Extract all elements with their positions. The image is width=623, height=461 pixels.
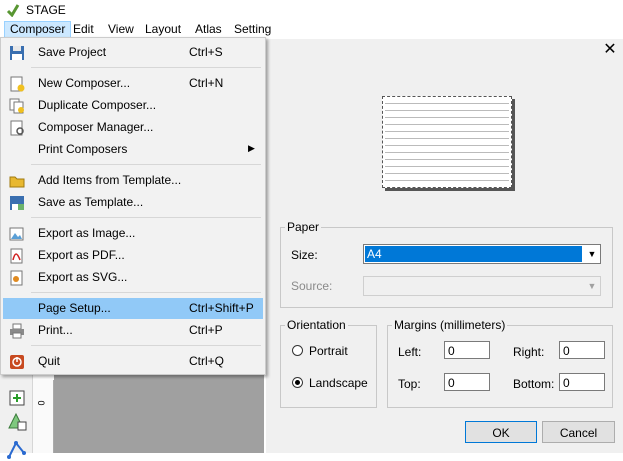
menu-item-label: Page Setup... — [38, 301, 111, 315]
margin-right-input[interactable]: 0 — [559, 341, 605, 359]
paper-size-value: A4 — [365, 246, 582, 262]
menu-item-quit[interactable]: Quit Ctrl+Q — [3, 351, 263, 372]
menu-item-label: Export as SVG... — [38, 270, 128, 284]
margins-legend: Margins (millimeters) — [394, 318, 506, 332]
submenu-arrow-icon: ▶ — [248, 143, 255, 153]
menu-layout[interactable]: Layout — [140, 22, 186, 37]
menu-item-export-svg[interactable]: Export as SVG... — [3, 267, 263, 288]
composer-canvas[interactable] — [54, 375, 264, 453]
menu-item-shortcut: Ctrl+P — [189, 323, 223, 337]
export-pdf-icon — [10, 248, 23, 264]
chevron-down-icon: ▼ — [587, 249, 597, 259]
chevron-down-icon: ▼ — [587, 281, 597, 291]
close-icon[interactable]: ✕ — [603, 42, 617, 58]
landscape-radio[interactable] — [292, 377, 303, 388]
export-image-icon — [9, 227, 24, 241]
menu-atlas[interactable]: Atlas — [190, 22, 227, 37]
menu-item-print[interactable]: Print... Ctrl+P — [3, 320, 263, 341]
menu-item-shortcut: Ctrl+N — [189, 76, 224, 90]
menu-separator — [31, 292, 261, 293]
vertical-ruler: 0 — [33, 380, 54, 453]
margin-right-label: Right: — [513, 345, 545, 359]
margin-bottom-label: Bottom: — [513, 377, 555, 391]
orientation-legend: Orientation — [287, 318, 346, 332]
margin-bottom-input[interactable]: 0 — [559, 373, 605, 391]
menu-item-print-composers[interactable]: Print Composers ▶ — [3, 139, 263, 160]
menu-item-label: Add Items from Template... — [38, 173, 182, 187]
menu-item-label: Save as Template... — [38, 195, 144, 209]
folder-icon — [9, 176, 25, 188]
menu-item-label: Export as Image... — [38, 226, 136, 240]
size-label: Size: — [291, 248, 318, 262]
menu-item-export-pdf[interactable]: Export as PDF... — [3, 245, 263, 266]
margins-group: Margins (millimeters) — [387, 318, 613, 408]
paper-legend: Paper — [287, 220, 320, 234]
portrait-label[interactable]: Portrait — [309, 344, 348, 358]
menu-item-shortcut: Ctrl+S — [189, 45, 223, 59]
source-label: Source: — [291, 279, 333, 293]
menu-item-label: Quit — [38, 354, 61, 368]
new-composer-icon — [10, 76, 25, 92]
menu-composer[interactable]: Composer — [4, 21, 72, 38]
node-edit-icon[interactable] — [6, 439, 28, 461]
menu-item-label: Duplicate Composer... — [38, 98, 157, 112]
menu-item-label: Export as PDF... — [38, 248, 125, 262]
title-bar: STAGE — [0, 0, 623, 20]
menu-item-page-setup[interactable]: Page Setup... Ctrl+Shift+P — [3, 298, 263, 319]
menu-item-export-image[interactable]: Export as Image... — [3, 223, 263, 244]
menu-separator — [31, 164, 261, 165]
margin-top-input[interactable]: 0 — [444, 373, 490, 391]
cancel-button[interactable]: Cancel — [542, 421, 615, 443]
qgis-logo-icon — [6, 4, 20, 17]
save-icon — [10, 46, 24, 60]
portrait-radio[interactable] — [292, 345, 303, 356]
menu-item-label: New Composer... — [38, 76, 131, 90]
printer-icon — [10, 323, 24, 339]
margin-top-label: Top: — [398, 377, 421, 391]
menu-item-add-items-from-template[interactable]: Add Items from Template... — [3, 170, 263, 191]
menu-item-label: Print... — [38, 323, 73, 337]
save-template-icon — [10, 196, 24, 210]
page-preview — [382, 96, 512, 188]
composer-manager-icon — [10, 120, 24, 136]
menu-item-composer-manager[interactable]: Composer Manager... — [3, 117, 263, 138]
menu-item-label: Print Composers — [38, 142, 128, 156]
quit-icon — [10, 355, 24, 369]
add-item-icon[interactable] — [8, 389, 26, 407]
composer-menu: Save Project Ctrl+S New Composer... Ctrl… — [0, 37, 266, 375]
orientation-group: Orientation — [280, 318, 377, 408]
menu-item-new-composer[interactable]: New Composer... Ctrl+N — [3, 73, 263, 94]
menu-separator — [31, 67, 261, 68]
paper-source-select[interactable]: ▼ — [363, 276, 601, 296]
menu-item-label: Composer Manager... — [38, 120, 154, 134]
menu-item-duplicate-composer[interactable]: Duplicate Composer... — [3, 95, 263, 116]
app-title: STAGE — [26, 3, 66, 17]
paper-size-select[interactable]: A4 ▼ — [363, 244, 601, 264]
margin-left-input[interactable]: 0 — [444, 341, 490, 359]
menu-view[interactable]: View — [103, 22, 139, 37]
margin-left-label: Left: — [398, 345, 422, 359]
ok-button[interactable]: OK — [465, 421, 537, 443]
menu-item-label: Save Project — [38, 45, 107, 59]
menu-separator — [31, 217, 261, 218]
add-shape-icon[interactable] — [6, 411, 28, 431]
menu-separator — [31, 345, 261, 346]
menu-item-shortcut: Ctrl+Q — [189, 354, 225, 368]
duplicate-composer-icon — [9, 98, 24, 114]
menu-item-save-as-template[interactable]: Save as Template... — [3, 192, 263, 213]
menu-item-shortcut: Ctrl+Shift+P — [189, 301, 254, 315]
menu-settings[interactable]: Setting — [229, 22, 276, 37]
ruler-tick: 0 — [36, 400, 47, 406]
landscape-label[interactable]: Landscape — [309, 376, 368, 390]
menu-item-save-project[interactable]: Save Project Ctrl+S — [3, 42, 263, 63]
export-svg-icon — [10, 270, 23, 286]
menu-edit[interactable]: Edit — [68, 22, 99, 37]
